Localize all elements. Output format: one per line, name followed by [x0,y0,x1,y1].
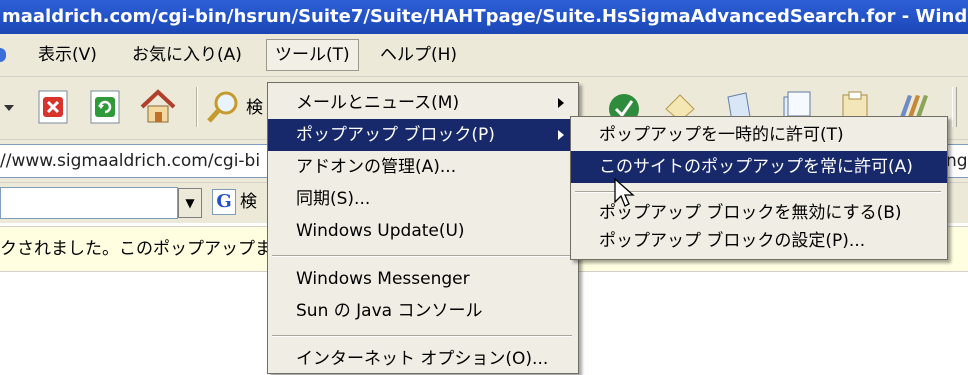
menu-item-java-console[interactable]: Sun の Java コンソール [268,295,578,327]
google-search-input[interactable] [0,187,178,219]
submenu-arrow-icon [558,98,564,108]
menu-item-label: メールとニュース(M) [296,93,460,113]
menu-item-label: ポップアップを一時的に許可(T) [599,125,844,145]
menubar-edge-icon [0,48,6,62]
menu-item-internet-options[interactable]: インターネット オプション(O)... [268,343,578,375]
menu-item-sync[interactable]: 同期(S)... [268,183,578,215]
address-url-tail: ng [946,151,968,171]
menu-item-label: Windows Update(U) [296,221,465,241]
submenu-item-blocker-settings[interactable]: ポップアップ ブロックの設定(P)... [571,225,947,257]
google-search-dropdown[interactable]: ▼ [178,188,202,218]
window-title-bar[interactable]: maaldrich.com/cgi-bin/hsrun/Suite7/Suite… [0,0,968,34]
magnifier-icon [207,91,238,123]
info-bar-text: クされました。このポップアップまた [0,239,289,259]
menu-item-label: ポップアップ ブロックの設定(P)... [599,231,866,251]
menu-favorites[interactable]: お気に入り(A) [124,40,250,70]
search-button-label: 検 [246,98,263,118]
google-logo-icon[interactable]: G [212,189,236,215]
search-button[interactable]: 検 [204,87,264,127]
menu-item-mail-news[interactable]: メールとニュース(M) [268,87,578,119]
menu-bar: 表示(V) お気に入り(A) ツール(T) ヘルプ(H) [0,34,968,77]
home-icon [140,89,176,123]
menu-separator [272,255,572,257]
toolbar-separator [196,87,198,127]
menu-tools[interactable]: ツール(T) [266,39,359,71]
toolbar-grip [952,87,957,127]
menu-item-label: 同期(S)... [296,189,371,209]
stop-icon [38,90,68,124]
back-dropdown-arrow-icon[interactable] [4,105,14,111]
menu-item-windows-update[interactable]: Windows Update(U) [268,215,578,247]
menu-help[interactable]: ヘルプ(H) [372,40,465,70]
refresh-icon [90,90,120,124]
menu-separator [272,335,572,337]
menu-item-label: Sun の Java コンソール [296,301,483,321]
submenu-item-allow-temporarily[interactable]: ポップアップを一時的に許可(T) [571,119,947,151]
refresh-button[interactable] [86,87,126,127]
menu-item-manage-addons[interactable]: アドオンの管理(A)... [268,151,578,183]
menu-view[interactable]: 表示(V) [30,40,105,70]
menu-item-windows-messenger[interactable]: Windows Messenger [268,263,578,295]
menu-item-label: ポップアップ ブロック(P) [296,125,495,145]
menu-item-label: Windows Messenger [296,269,470,289]
address-url: //www.sigmaaldrich.com/cgi-bi [0,151,261,171]
tools-menu: メールとニュース(M) ポップアップ ブロック(P) アドオンの管理(A)...… [267,82,579,374]
menu-item-popup-blocker[interactable]: ポップアップ ブロック(P) [268,119,578,151]
mouse-cursor-icon [614,178,635,207]
menu-item-label: アドオンの管理(A)... [296,157,457,177]
submenu-arrow-icon [558,130,564,140]
home-button[interactable] [138,87,178,127]
menu-item-label: このサイトのポップアップを常に許可(A) [599,157,913,177]
stop-button[interactable] [34,87,74,127]
menu-item-label: インターネット オプション(O)... [296,349,549,369]
google-search-label[interactable]: 検 [240,189,257,215]
window-title: maaldrich.com/cgi-bin/hsrun/Suite7/Suite… [2,6,968,27]
chevron-down-icon: ▼ [185,196,195,210]
